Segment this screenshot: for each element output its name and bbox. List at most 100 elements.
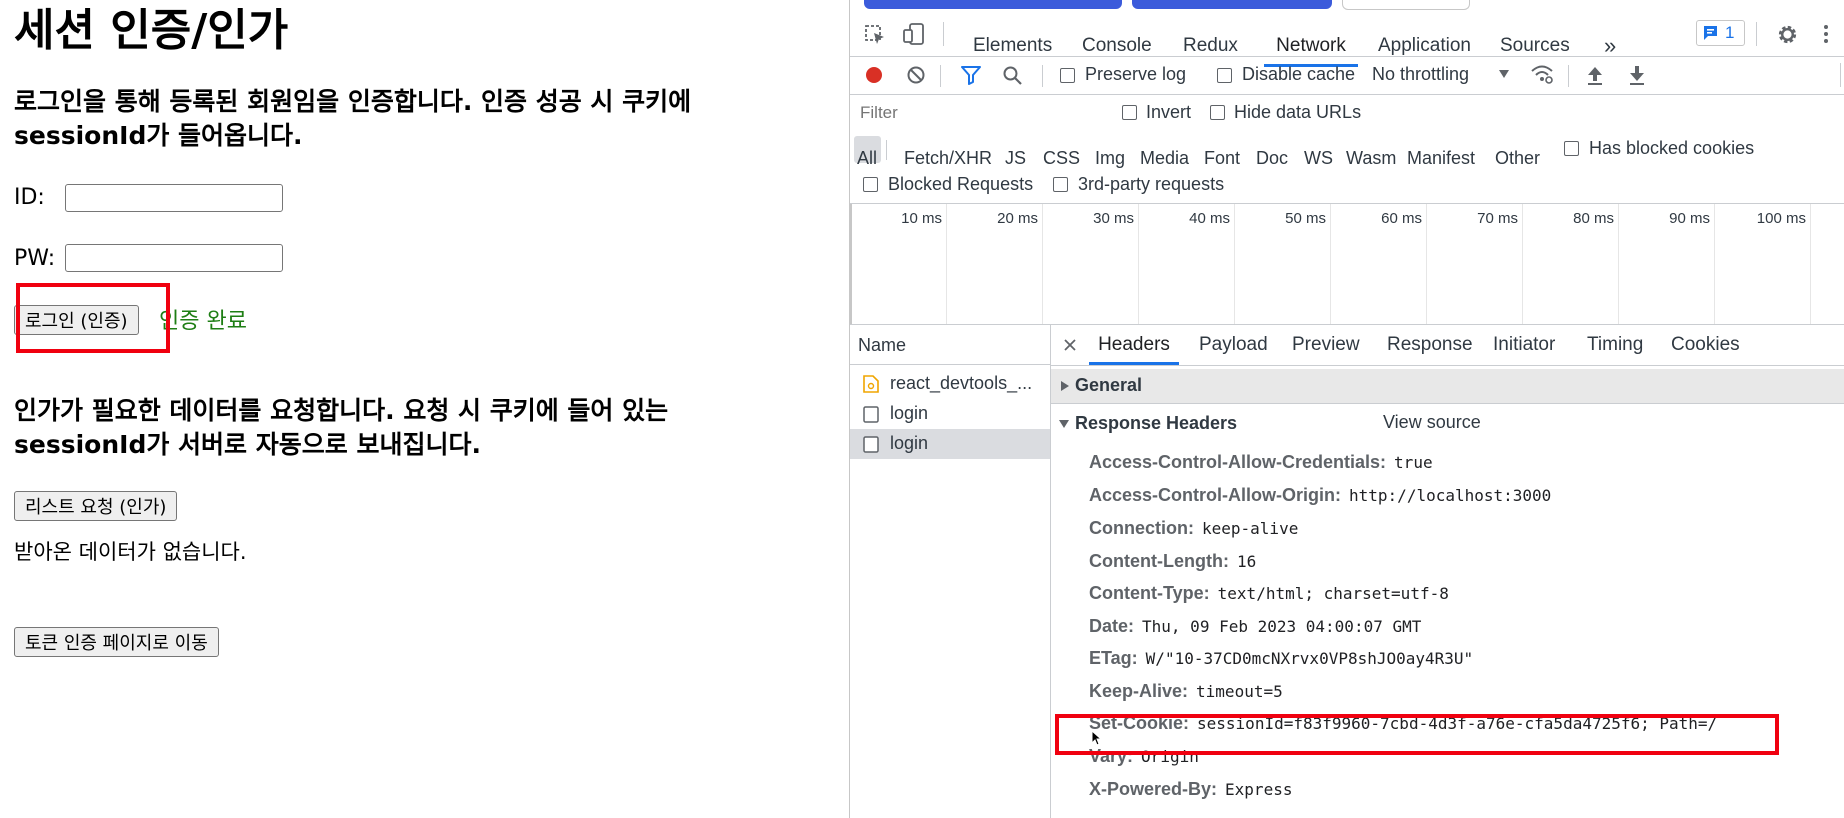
login-button[interactable]: 로그인 (인증) (14, 305, 139, 335)
filter-type-all[interactable]: All (857, 148, 877, 169)
timeline-gridline (946, 204, 947, 324)
header-name: X-Powered-By: (1089, 779, 1218, 799)
document-icon (863, 406, 879, 423)
issues-badge[interactable]: 1 (1696, 20, 1745, 46)
list-request-button[interactable]: 리스트 요청 (인가) (14, 491, 178, 521)
response-headers-section-header[interactable]: Response Headers View source (1051, 405, 1844, 443)
tab-timing[interactable]: Timing (1587, 325, 1643, 365)
tab-response[interactable]: Response (1387, 325, 1473, 365)
export-har-icon[interactable] (1628, 64, 1646, 86)
request-row-selected[interactable]: login (850, 429, 1050, 459)
request-row[interactable]: login (850, 399, 1050, 429)
filter-type-wasm[interactable]: Wasm (1346, 148, 1396, 169)
disable-cache-checkbox[interactable] (1217, 68, 1232, 83)
header-value: keep-alive (1202, 519, 1299, 538)
toolbar-divider-4 (1042, 65, 1043, 87)
filter-type-other[interactable]: Other (1495, 148, 1540, 169)
filter-type-ws[interactable]: WS (1304, 148, 1333, 169)
blocked-requests-label: Blocked Requests (888, 174, 1034, 194)
header-name: ETag: (1089, 648, 1138, 668)
preserve-log-label: Preserve log (1085, 64, 1187, 84)
filter-type-font[interactable]: Font (1204, 148, 1240, 169)
invert-checkbox[interactable] (1122, 105, 1137, 120)
tab-initiator[interactable]: Initiator (1493, 325, 1555, 365)
extension-bar-1 (864, 0, 1122, 9)
timeline-tick-label: 80 ms (1573, 210, 1614, 227)
tab-payload[interactable]: Payload (1199, 325, 1268, 365)
tab-headers[interactable]: Headers (1089, 325, 1179, 365)
preserve-log-checkbox[interactable] (1060, 68, 1075, 83)
header-name: Connection: (1089, 518, 1194, 538)
header-row: Connection: keep-alive (1089, 518, 1298, 539)
tab-cookies[interactable]: Cookies (1671, 325, 1740, 365)
request-row[interactable]: react_devtools_... (850, 369, 1050, 399)
import-har-icon[interactable] (1586, 64, 1604, 86)
devtools-main-toolbar: Elements Console Redux Network Applicati… (850, 12, 1844, 67)
clear-icon[interactable] (906, 65, 926, 85)
filter-type-img[interactable]: Img (1095, 148, 1125, 169)
has-blocked-cookies-checkbox[interactable] (1564, 141, 1579, 156)
issues-count: 1 (1725, 23, 1735, 42)
close-icon[interactable] (1063, 338, 1077, 352)
general-title: General (1075, 375, 1143, 395)
tab-preview[interactable]: Preview (1292, 325, 1360, 365)
hide-data-urls-checkbox[interactable] (1210, 105, 1225, 120)
id-input[interactable] (65, 184, 283, 212)
header-name: Set-Cookie: (1089, 713, 1190, 733)
view-source-link[interactable]: View source (1383, 412, 1481, 433)
filter-icon[interactable] (960, 65, 982, 85)
timeline-tick-label: 100 ms (1756, 210, 1806, 227)
header-value: text/html; charset=utf-8 (1217, 584, 1449, 603)
browser-top-strip (850, 0, 1844, 12)
message-icon (1704, 26, 1717, 40)
network-conditions-icon[interactable] (1530, 63, 1554, 85)
filter-type-fetch-xhr[interactable]: Fetch/XHR (904, 148, 992, 169)
filter-divider (886, 140, 887, 160)
throttling-select[interactable]: No throttling (1372, 64, 1469, 85)
search-icon[interactable] (1002, 65, 1023, 86)
token-page-button[interactable]: 토큰 인증 페이지로 이동 (14, 627, 219, 657)
login-description: 로그인을 통해 등록된 회원임을 인증합니다. 인증 성공 시 쿠키에 sess… (14, 87, 692, 150)
header-value: 16 (1236, 552, 1257, 571)
timeline-gridline (1426, 204, 1427, 324)
inspect-element-icon[interactable] (864, 24, 886, 46)
toolbar-divider-2 (1756, 22, 1757, 46)
header-name: Vary: (1089, 746, 1134, 766)
header-value: Thu, 09 Feb 2023 04:00:07 GMT (1142, 617, 1422, 636)
device-toolbar-icon[interactable] (902, 22, 926, 46)
toolbar-divider-5 (1568, 65, 1569, 87)
kebab-menu-icon[interactable] (1822, 23, 1830, 45)
header-row: Access-Control-Allow-Origin: http://local… (1089, 485, 1551, 506)
filter-type-js[interactable]: JS (1005, 148, 1026, 169)
header-value: timeout=5 (1196, 682, 1283, 701)
header-row: ETag: W/"10-37CD0mcNXrvx0VP8shJO0ay4R3U" (1089, 648, 1473, 669)
filter-type-manifest[interactable]: Manifest (1407, 148, 1475, 169)
gear-icon[interactable] (1776, 23, 1799, 46)
timeline-gridline (1810, 204, 1811, 324)
filter-type-css[interactable]: CSS (1043, 148, 1080, 169)
network-timeline[interactable]: 10 ms 20 ms 30 ms 40 ms 50 ms 60 ms 70 m… (850, 204, 1844, 325)
request-detail-pane: Headers Payload Preview Response Initiat… (1051, 325, 1844, 818)
authorization-description: 인가가 필요한 데이터를 요청합니다. 요청 시 쿠키에 들어 있는 sessi… (14, 396, 669, 459)
blocked-requests-checkbox[interactable] (863, 177, 878, 192)
filter-input[interactable] (852, 99, 1102, 127)
timeline-gridline (1330, 204, 1331, 324)
third-party-checkbox[interactable] (1053, 177, 1068, 192)
timeline-tick-label: 50 ms (1285, 210, 1326, 227)
timeline-tick-label: 10 ms (901, 210, 942, 227)
filter-type-media[interactable]: Media (1140, 148, 1189, 169)
id-label: ID: (14, 185, 45, 210)
header-row: Date: Thu, 09 Feb 2023 04:00:07 GMT (1089, 616, 1421, 637)
pw-input[interactable] (65, 244, 283, 272)
header-value: Express (1225, 780, 1293, 799)
timeline-tick-label: 70 ms (1477, 210, 1518, 227)
filter-type-doc[interactable]: Doc (1256, 148, 1288, 169)
name-column-header[interactable]: Name (850, 325, 1050, 365)
header-row: Set-Cookie: sessionId=f83f9960-7cbd-4d3f-… (1089, 713, 1717, 734)
record-icon[interactable] (864, 65, 884, 85)
chevron-down-icon[interactable] (1498, 69, 1510, 79)
general-section-header[interactable]: General (1051, 369, 1844, 404)
header-value: W/"10-37CD0mcNXrvx0VP8shJO0ay4R3U" (1145, 649, 1474, 668)
caret-right-icon (1061, 381, 1069, 391)
header-name: Content-Type: (1089, 583, 1210, 603)
